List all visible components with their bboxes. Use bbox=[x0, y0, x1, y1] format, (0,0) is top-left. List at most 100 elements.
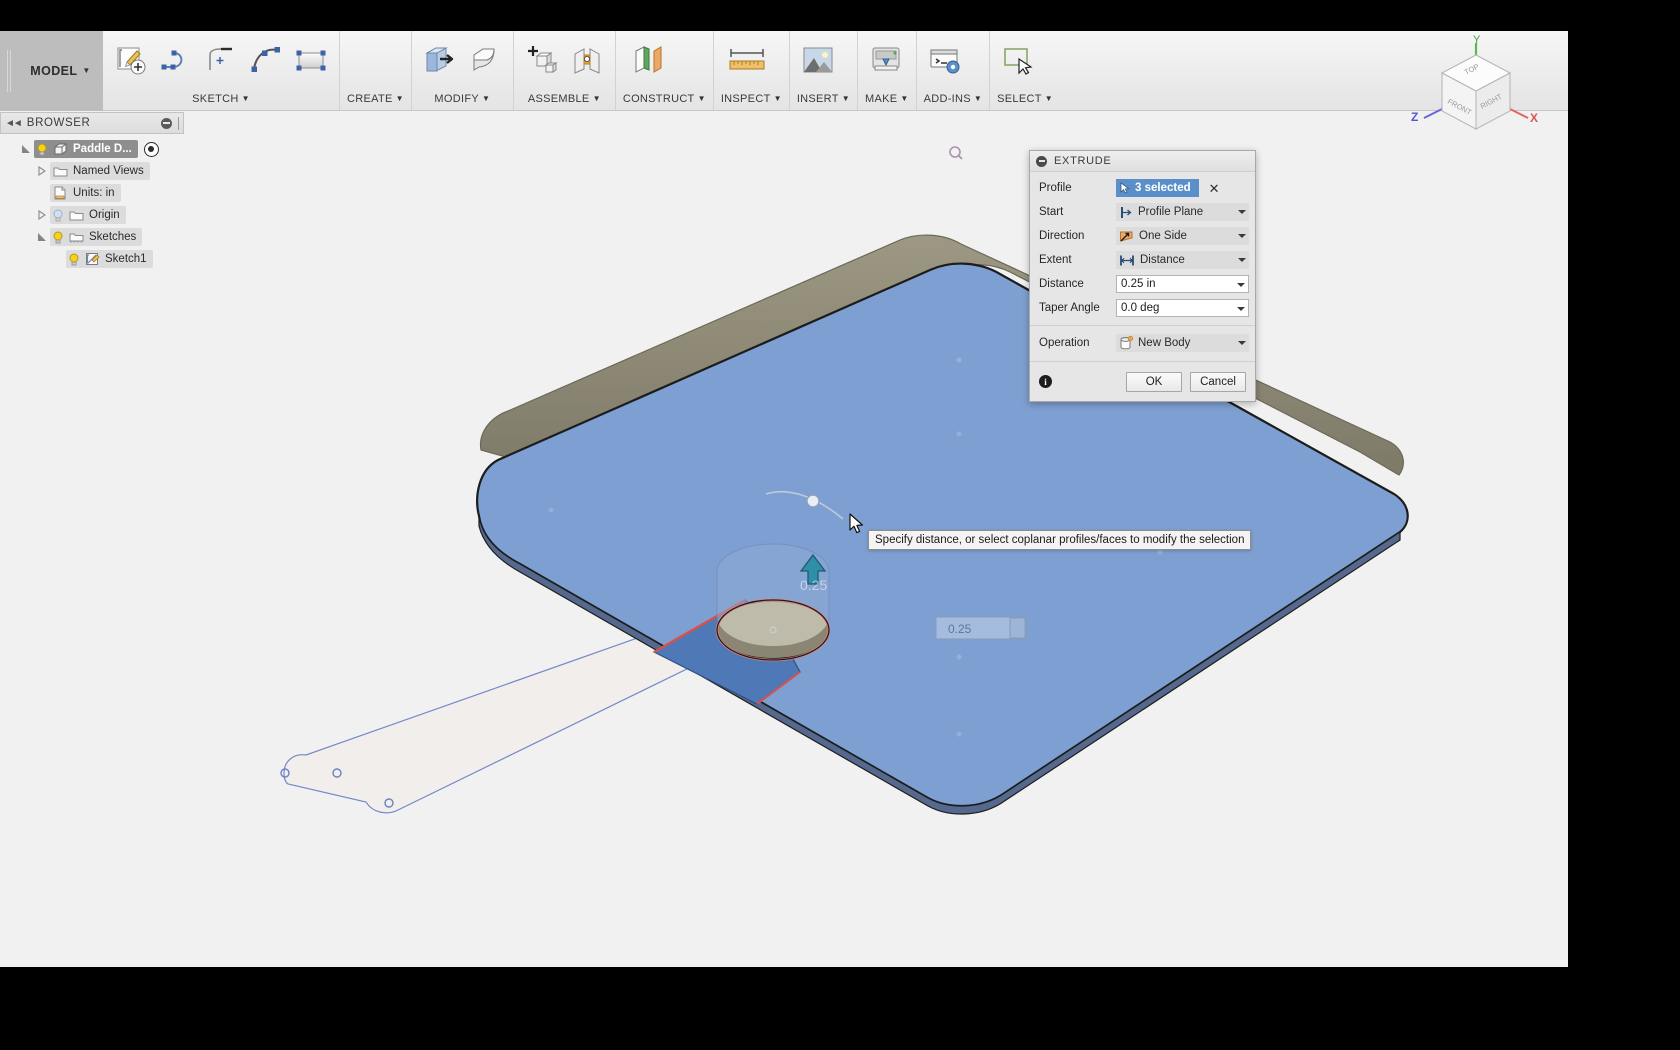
chevron-down-icon[interactable] bbox=[1235, 227, 1249, 245]
start-dropdown[interactable]: Profile Plane bbox=[1116, 203, 1249, 221]
operation-dropdown[interactable]: New Body bbox=[1116, 334, 1249, 352]
chevron-down-icon[interactable] bbox=[1235, 334, 1249, 352]
panel-divider bbox=[178, 116, 179, 130]
dialog-titlebar[interactable]: EXTRUDE bbox=[1030, 151, 1255, 172]
arc-center-icon[interactable] bbox=[200, 37, 242, 83]
workspace-label: MODEL bbox=[30, 64, 78, 78]
extrude-icon[interactable] bbox=[419, 37, 461, 83]
chevron-down-icon[interactable] bbox=[1235, 251, 1249, 269]
line-icon[interactable] bbox=[155, 37, 197, 83]
visibility-bulb-off-icon[interactable] bbox=[50, 209, 66, 222]
create-sketch-icon[interactable] bbox=[110, 37, 152, 83]
component-icon bbox=[50, 142, 70, 156]
field-label-profile: Profile bbox=[1039, 182, 1072, 194]
twisty-expanded-icon[interactable] bbox=[34, 232, 50, 242]
direction-dropdown[interactable]: One Side bbox=[1116, 227, 1249, 245]
workspace-selector[interactable]: MODEL ▼ bbox=[18, 31, 103, 111]
insert-image-icon[interactable] bbox=[797, 37, 839, 83]
info-icon[interactable]: i bbox=[1039, 375, 1052, 388]
toolbar-label-construct: CONSTRUCT bbox=[622, 93, 695, 105]
clear-selection-icon[interactable]: ✕ bbox=[1209, 182, 1220, 195]
taper-angle-input[interactable]: 0.0 deg bbox=[1116, 299, 1249, 317]
new-component-icon[interactable] bbox=[521, 37, 563, 83]
toolbar-group-assemble: ASSEMBLE ▼ bbox=[514, 31, 616, 110]
chevron-down-icon[interactable]: ▼ bbox=[482, 95, 490, 103]
chevron-down-icon[interactable]: ▼ bbox=[242, 95, 250, 103]
tree-item-origin[interactable]: Origin bbox=[0, 204, 186, 226]
chevron-down-icon[interactable] bbox=[1235, 203, 1249, 221]
joint-icon[interactable] bbox=[566, 37, 608, 83]
profile-selection-chip[interactable]: 3 selected bbox=[1116, 179, 1199, 197]
field-label-extent: Extent bbox=[1039, 254, 1072, 266]
tooltip-text: Specify distance, or select coplanar pro… bbox=[875, 534, 1245, 546]
view-cube[interactable]: Y Z X TOP FRONT RIGHT bbox=[1406, 34, 1546, 160]
canvas-dimension-field[interactable]: 0.25 bbox=[935, 616, 1027, 640]
extent-dropdown[interactable]: Distance bbox=[1116, 251, 1249, 269]
folder-icon bbox=[50, 165, 70, 178]
toolbar-group-inspect: INSPECT ▼ bbox=[714, 31, 790, 110]
twisty-collapsed-icon[interactable] bbox=[34, 210, 50, 220]
minimize-icon[interactable] bbox=[1036, 155, 1047, 167]
axis-y-label: Y bbox=[1473, 35, 1481, 46]
field-label-direction: Direction bbox=[1039, 230, 1085, 242]
tree-item-sketch1[interactable]: Sketch1 bbox=[0, 248, 186, 270]
ok-button[interactable]: OK bbox=[1126, 371, 1182, 392]
tree-label: Sketches bbox=[89, 231, 137, 243]
arc-icon[interactable] bbox=[245, 37, 287, 83]
select-window-icon[interactable] bbox=[997, 37, 1039, 83]
distance-input[interactable]: 0.25 in bbox=[1116, 275, 1249, 293]
visibility-bulb-icon[interactable] bbox=[34, 143, 50, 156]
distance-icon bbox=[1120, 255, 1134, 265]
chevron-down-icon[interactable]: ▼ bbox=[974, 95, 982, 103]
chevron-down-icon[interactable]: ▼ bbox=[900, 95, 908, 103]
toolbar-label-create: CREATE bbox=[347, 93, 393, 105]
visibility-eye-icon[interactable] bbox=[143, 141, 159, 157]
direction-value: One Side bbox=[1139, 230, 1187, 242]
chevron-down-icon[interactable]: ▼ bbox=[593, 95, 601, 103]
arc-drag-handle[interactable] bbox=[806, 494, 820, 508]
rectangle-icon[interactable] bbox=[290, 37, 332, 83]
visibility-bulb-icon[interactable] bbox=[66, 253, 82, 266]
minimize-icon[interactable] bbox=[161, 117, 172, 129]
cancel-button[interactable]: Cancel bbox=[1190, 371, 1246, 392]
chevron-down-icon[interactable] bbox=[1234, 276, 1248, 294]
3d-viewport[interactable]: 0.25 0.25 bbox=[0, 112, 1568, 967]
main-toolbar: MODEL ▼ SKETCH ▼ CREATE ▼ MODIFY ▼ ASSEM… bbox=[0, 31, 1568, 111]
tree-item-named-views[interactable]: Named Views bbox=[0, 160, 186, 182]
navigation-marker-icon[interactable] bbox=[947, 144, 963, 165]
field-row-extent: Extent Distance bbox=[1030, 248, 1255, 272]
browser-title: BROWSER bbox=[26, 117, 91, 129]
tree-item-paddle[interactable]: Paddle D... bbox=[0, 138, 186, 160]
3d-print-icon[interactable] bbox=[865, 37, 907, 83]
tree-label: Sketch1 bbox=[105, 253, 147, 265]
mouse-cursor bbox=[849, 513, 865, 540]
tree-item-units[interactable]: Units: in bbox=[0, 182, 186, 204]
twisty-collapsed-icon[interactable] bbox=[34, 166, 50, 176]
chevron-down-icon[interactable]: ▼ bbox=[1045, 95, 1053, 103]
toolbar-grip[interactable] bbox=[0, 31, 18, 111]
browser-panel: ◄◄ BROWSER Paddle D... Named Views Units… bbox=[0, 112, 186, 270]
field-label-taper-angle: Taper Angle bbox=[1039, 302, 1100, 314]
measure-icon[interactable] bbox=[721, 37, 773, 83]
axis-z-line bbox=[1423, 108, 1443, 119]
fillet-icon[interactable] bbox=[464, 37, 506, 83]
field-row-operation: Operation New Body bbox=[1030, 331, 1255, 355]
chevron-down-icon[interactable]: ▼ bbox=[842, 95, 850, 103]
chevron-down-icon[interactable]: ▼ bbox=[774, 95, 782, 103]
twisty-expanded-icon[interactable] bbox=[18, 144, 34, 154]
axis-z-label: Z bbox=[1411, 110, 1418, 124]
chevron-down-icon[interactable]: ▼ bbox=[698, 95, 706, 103]
scripts-addins-icon[interactable] bbox=[924, 37, 966, 83]
tree-label: Units: in bbox=[73, 187, 115, 199]
collapse-panel-icon[interactable]: ◄◄ bbox=[5, 118, 23, 129]
chevron-down-icon[interactable] bbox=[1234, 300, 1248, 318]
toolbar-group-select: SELECT ▼ bbox=[990, 31, 1060, 110]
tree-item-sketches[interactable]: Sketches bbox=[0, 226, 186, 248]
visibility-bulb-icon[interactable] bbox=[50, 231, 66, 244]
offset-plane-icon[interactable] bbox=[623, 37, 673, 83]
operation-value: New Body bbox=[1138, 337, 1191, 349]
sketch-folder-icon bbox=[66, 231, 86, 244]
chevron-down-icon[interactable]: ▼ bbox=[396, 95, 404, 103]
extrude-dialog: EXTRUDE Profile 3 selected ✕ Start Profi… bbox=[1029, 150, 1256, 402]
browser-tree: Paddle D... Named Views Units: in Origin… bbox=[0, 134, 186, 270]
